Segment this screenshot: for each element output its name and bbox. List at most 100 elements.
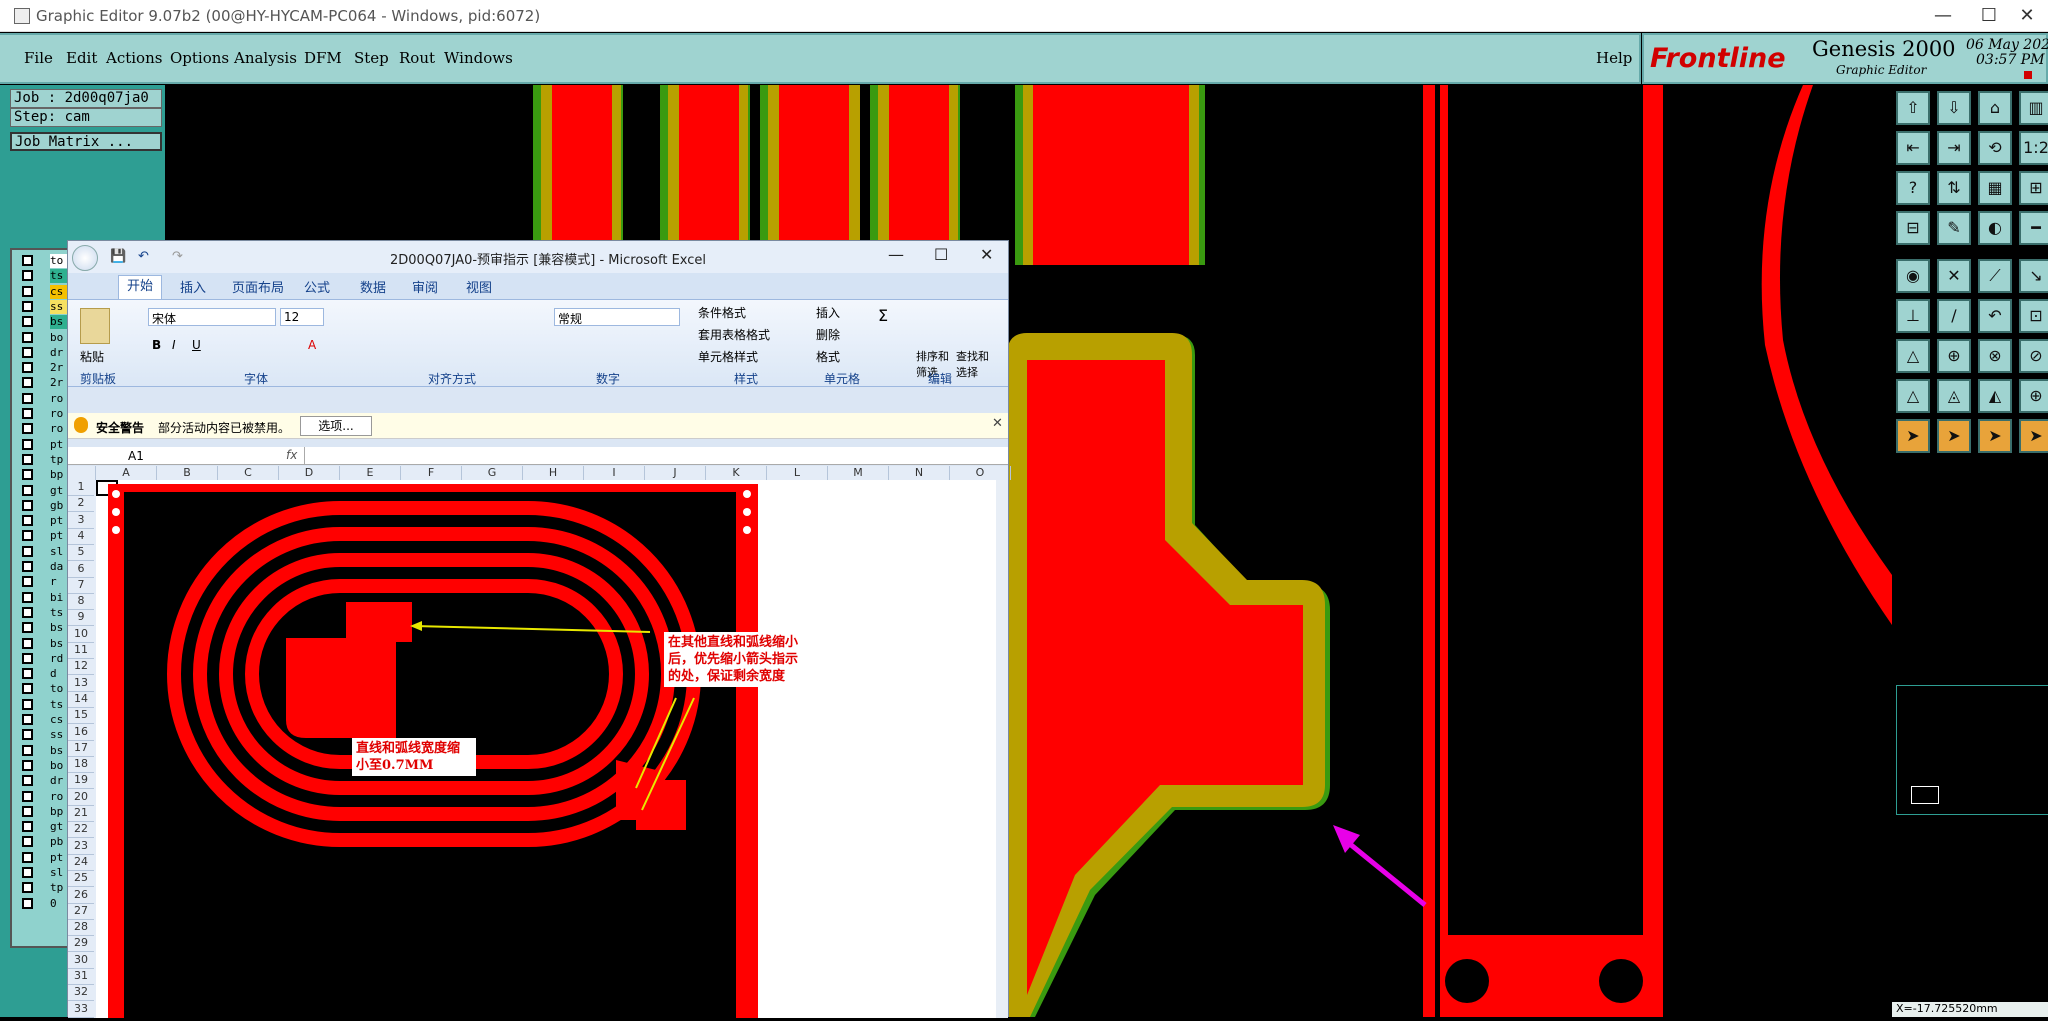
row-header[interactable]: 16 <box>68 725 94 741</box>
layer-checkbox[interactable] <box>22 469 33 481</box>
overview-panel[interactable] <box>1896 685 2048 815</box>
column-header[interactable]: D <box>279 466 340 480</box>
column-header[interactable]: J <box>645 466 706 480</box>
row-header[interactable]: 6 <box>68 562 94 578</box>
ribbon-tab[interactable]: 开始 <box>118 275 163 299</box>
column-header[interactable]: N <box>889 466 950 480</box>
layer-checkbox[interactable] <box>22 545 33 557</box>
bold-button[interactable]: B <box>152 338 161 352</box>
column-header[interactable]: A <box>96 466 157 480</box>
ribbon-tab[interactable]: 审阅 <box>412 277 438 296</box>
font-color-button[interactable]: A <box>308 338 316 352</box>
toolbox-button-9[interactable]: ? <box>1896 171 1930 205</box>
save-icon[interactable]: 💾 <box>110 249 126 264</box>
toolbox-button-13[interactable]: ⊟ <box>1896 211 1930 245</box>
row-header[interactable]: 14 <box>68 692 94 708</box>
row-header[interactable]: 25 <box>68 871 94 888</box>
column-header[interactable]: C <box>218 466 279 480</box>
row-header[interactable]: 20 <box>68 790 94 806</box>
row-header[interactable]: 29 <box>68 936 94 953</box>
row-header[interactable]: 15 <box>68 708 94 725</box>
security-options-button[interactable]: 选项... <box>300 416 372 436</box>
toolbox-button-24[interactable]: ⊡ <box>2019 299 2048 333</box>
layer-checkbox[interactable] <box>22 438 33 450</box>
toolbox-button-28[interactable]: ⊘ <box>2019 339 2048 373</box>
column-header[interactable]: O <box>950 466 1011 480</box>
table-format-button[interactable]: 套用表格格式 <box>698 326 770 343</box>
row-header[interactable]: 18 <box>68 757 94 774</box>
toolbox-button-10[interactable]: ⇅ <box>1937 171 1971 205</box>
layer-checkbox[interactable] <box>22 836 33 848</box>
row-header[interactable]: 23 <box>68 839 94 855</box>
close-warning-icon[interactable]: ✕ <box>992 416 1003 431</box>
column-header[interactable]: L <box>767 466 828 480</box>
layer-checkbox[interactable] <box>22 499 33 511</box>
toolbox-button-26[interactable]: ⊕ <box>1937 339 1971 373</box>
ribbon-tab[interactable]: 视图 <box>466 277 492 296</box>
ribbon-tab[interactable]: 页面布局 <box>232 277 284 296</box>
layer-checkbox[interactable] <box>22 821 33 833</box>
row-header[interactable]: 30 <box>68 953 94 969</box>
toolbox-button-34[interactable]: ➤ <box>1937 419 1971 453</box>
layer-checkbox[interactable] <box>22 897 33 909</box>
layer-checkbox[interactable] <box>22 759 33 771</box>
toolbox-button-16[interactable]: ━ <box>2019 211 2048 245</box>
toolbox-button-4[interactable]: ▥ <box>2019 91 2048 125</box>
fx-icon[interactable]: fx <box>286 448 297 462</box>
toolbox-button-20[interactable]: ↘ <box>2019 259 2048 293</box>
menu-edit[interactable]: Edit <box>66 49 97 67</box>
select-all[interactable] <box>68 466 96 480</box>
insert-cells-button[interactable]: 插入 <box>816 304 840 321</box>
formula-input[interactable] <box>304 447 1006 464</box>
toolbox-button-23[interactable]: ↶ <box>1978 299 2012 333</box>
row-header[interactable]: 11 <box>68 643 94 659</box>
name-box[interactable]: A1 <box>128 449 144 463</box>
layer-checkbox[interactable] <box>22 683 33 695</box>
menu-file[interactable]: File <box>24 49 53 67</box>
column-header[interactable]: E <box>340 466 401 480</box>
row-header[interactable]: 2 <box>68 496 94 513</box>
delete-cells-button[interactable]: 删除 <box>816 326 840 343</box>
layer-checkbox[interactable] <box>22 576 33 588</box>
layer-checkbox[interactable] <box>22 775 33 787</box>
layer-checkbox[interactable] <box>22 652 33 664</box>
toolbox-button-15[interactable]: ◐ <box>1978 211 2012 245</box>
layer-checkbox[interactable] <box>22 805 33 817</box>
ribbon-tab[interactable]: 插入 <box>180 277 206 296</box>
overview-viewport[interactable] <box>1911 786 1939 804</box>
redo-icon[interactable]: ↷ <box>172 249 183 264</box>
excel-maximize-button[interactable]: ☐ <box>934 245 948 264</box>
underline-button[interactable]: U <box>192 338 201 352</box>
layer-checkbox[interactable] <box>22 851 33 863</box>
toolbox-button-8[interactable]: 1:2 <box>2019 131 2048 165</box>
toolbox-button-1[interactable]: ⇧ <box>1896 91 1930 125</box>
menu-windows[interactable]: Windows <box>444 49 513 67</box>
toolbox-button-30[interactable]: ◬ <box>1937 379 1971 413</box>
toolbox-button-27[interactable]: ⊗ <box>1978 339 2012 373</box>
row-header[interactable]: 26 <box>68 888 94 904</box>
row-header[interactable]: 5 <box>68 545 94 562</box>
undo-icon[interactable]: ↶ <box>138 249 149 264</box>
layer-checkbox[interactable] <box>22 714 33 725</box>
row-header[interactable]: 13 <box>68 676 94 692</box>
layer-checkbox[interactable] <box>22 698 33 710</box>
toolbox-button-7[interactable]: ⟲ <box>1978 131 2012 165</box>
toolbox-button-12[interactable]: ⊞ <box>2019 171 2048 205</box>
menu-actions[interactable]: Actions <box>106 49 162 67</box>
layer-checkbox[interactable] <box>22 331 33 343</box>
column-header[interactable]: I <box>584 466 645 480</box>
row-header[interactable]: 21 <box>68 806 94 822</box>
layer-checkbox[interactable] <box>22 867 33 878</box>
layer-checkbox[interactable] <box>22 882 33 894</box>
row-header[interactable]: 27 <box>68 904 94 920</box>
layer-checkbox[interactable] <box>22 423 33 435</box>
toolbox-button-36[interactable]: ➤ <box>2019 419 2048 453</box>
layer-checkbox[interactable] <box>22 377 33 389</box>
toolbox-button-5[interactable]: ⇤ <box>1896 131 1930 165</box>
layer-checkbox[interactable] <box>22 591 33 603</box>
column-header[interactable]: F <box>401 466 462 480</box>
layer-checkbox[interactable] <box>22 453 33 465</box>
toolbox-button-32[interactable]: ⊕ <box>2019 379 2048 413</box>
toolbox-button-2[interactable]: ⇩ <box>1937 91 1971 125</box>
excel-close-button[interactable]: ✕ <box>980 245 993 264</box>
